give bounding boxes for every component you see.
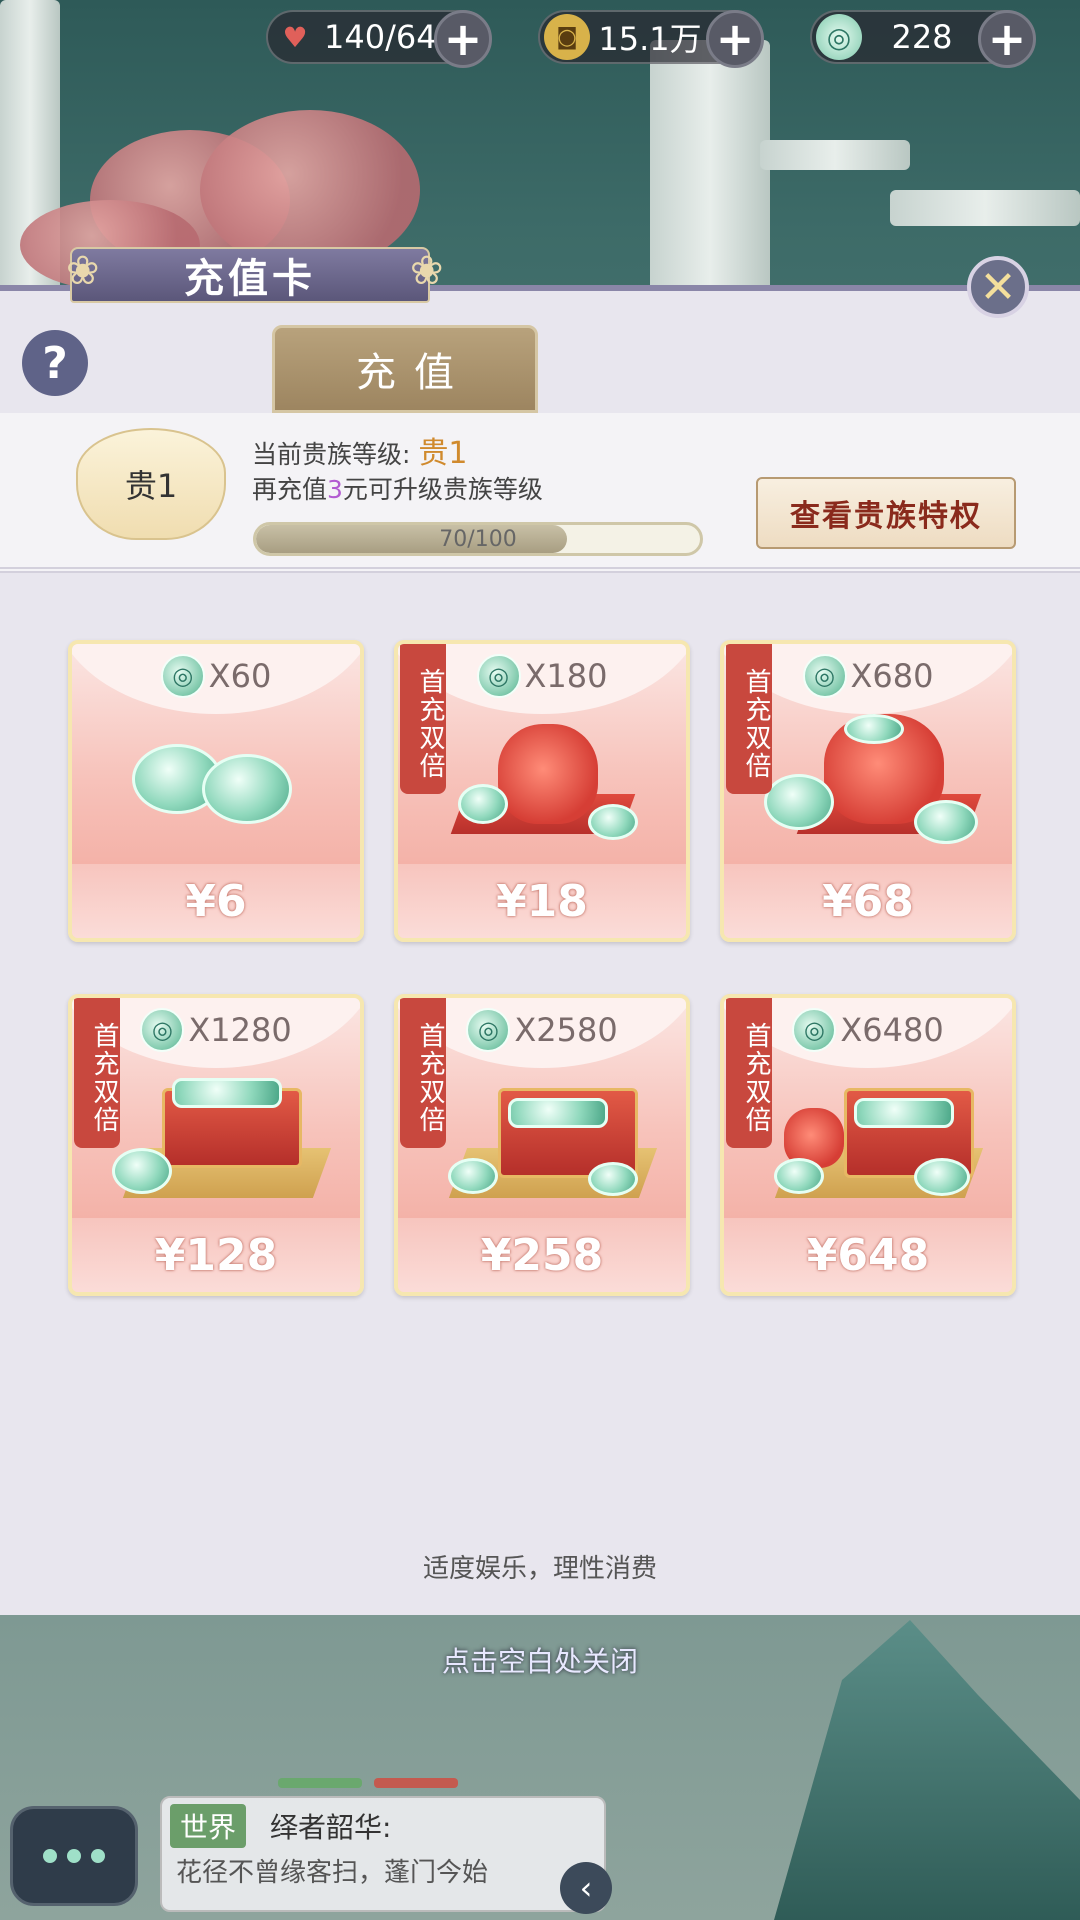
lotus-icon: ❀ bbox=[66, 248, 100, 294]
upgrade-suffix: 元可升级贵族等级 bbox=[342, 475, 543, 504]
chat-tab-indicator[interactable] bbox=[278, 1778, 362, 1788]
quantity-value: X2580 bbox=[514, 1011, 618, 1049]
noble-upgrade-text: 再充值3元可升级贵族等级 bbox=[252, 470, 543, 506]
recharge-card[interactable]: 首充双倍 ◎ X2580 ¥258 bbox=[394, 994, 690, 1296]
quantity-value: X180 bbox=[524, 657, 608, 695]
coin-graphic bbox=[764, 774, 834, 830]
card-price: ¥68 bbox=[724, 864, 1012, 938]
noble-level-text: 当前贵族等级: 贵1 bbox=[252, 428, 467, 472]
jade-value: 228 bbox=[891, 18, 953, 56]
first-double-badge: 首充双倍 bbox=[726, 644, 772, 794]
chat-button[interactable] bbox=[10, 1806, 138, 1906]
jade-icon: ◎ bbox=[160, 654, 205, 698]
coin-graphic bbox=[588, 1162, 638, 1196]
view-privilege-button[interactable]: 查看贵族特权 bbox=[756, 477, 1016, 549]
stamina-value: 140/64 bbox=[324, 18, 437, 56]
noble-level-label: 当前贵族等级: bbox=[252, 440, 411, 469]
card-price: ¥6 bbox=[72, 864, 360, 938]
panel-title: 充值卡 bbox=[70, 247, 430, 303]
upgrade-prefix: 再充值 bbox=[252, 475, 328, 504]
recharge-card[interactable]: 首充双倍 ◎ X6480 ¥648 bbox=[720, 994, 1016, 1296]
coin-graphic bbox=[854, 1098, 954, 1128]
add-jade-button[interactable]: + bbox=[978, 10, 1036, 68]
jade-chest-art bbox=[438, 1068, 658, 1198]
bag-graphic bbox=[498, 724, 598, 824]
jade-icon: ◎ bbox=[140, 1008, 185, 1052]
close-button[interactable]: ✕ bbox=[967, 256, 1029, 318]
jade-icon: ◎ bbox=[466, 1008, 511, 1052]
progress-text: 70/100 bbox=[439, 526, 517, 552]
first-double-badge: 首充双倍 bbox=[400, 644, 446, 794]
chat-dot bbox=[43, 1849, 57, 1863]
card-price: ¥128 bbox=[72, 1218, 360, 1292]
coin-graphic bbox=[588, 804, 638, 840]
coin-graphic bbox=[202, 754, 292, 824]
jade-icon: ◎ bbox=[802, 654, 847, 698]
chat-message: 花径不曾缘客扫，蓬门今始 bbox=[176, 1858, 489, 1888]
jade-chest-art bbox=[764, 1068, 984, 1198]
jade-icon: ◎ bbox=[476, 654, 521, 698]
recharge-card[interactable]: 首充双倍 ◎ X180 ¥18 bbox=[394, 640, 690, 942]
help-button[interactable]: ? bbox=[22, 330, 88, 396]
coin-graphic bbox=[448, 1158, 498, 1194]
first-double-badge: 首充双倍 bbox=[400, 998, 446, 1148]
quantity-value: X1280 bbox=[188, 1011, 292, 1049]
coin-graphic bbox=[774, 1158, 824, 1194]
coin-graphic bbox=[914, 800, 978, 844]
scroll-pillar bbox=[760, 140, 910, 170]
coin-graphic bbox=[844, 714, 904, 744]
coin-graphic bbox=[914, 1158, 970, 1196]
coin-graphic bbox=[458, 784, 508, 824]
coin-graphic bbox=[172, 1078, 282, 1108]
moderation-notice: 适度娱乐，理性消费 bbox=[422, 1554, 657, 1584]
jade-icon: ◎ bbox=[816, 14, 862, 60]
quantity-value: X60 bbox=[208, 657, 272, 695]
scroll-pillar bbox=[650, 40, 770, 300]
jade-coins-art bbox=[112, 714, 320, 844]
card-price: ¥258 bbox=[398, 1218, 686, 1292]
lotus-icon: ❀ bbox=[410, 248, 444, 294]
resource-stamina: ♥ 140/64 + bbox=[266, 10, 492, 68]
coin-graphic bbox=[508, 1098, 608, 1128]
upgrade-amount: 3 bbox=[327, 475, 343, 504]
add-coins-button[interactable]: + bbox=[706, 10, 764, 68]
card-quantity: ◎ X60 bbox=[72, 654, 360, 698]
noble-level-value: 贵1 bbox=[418, 436, 468, 471]
chat-dot bbox=[91, 1849, 105, 1863]
recharge-card[interactable]: ◎ X60 ¥6 bbox=[68, 640, 364, 942]
chat-channel-tag: 世界 bbox=[170, 1804, 247, 1848]
jade-chest-art bbox=[112, 1068, 332, 1198]
coin-icon: ◙ bbox=[544, 14, 590, 60]
chat-collapse-button[interactable]: ‹ bbox=[560, 1862, 612, 1914]
card-price: ¥18 bbox=[398, 864, 686, 938]
coin-graphic bbox=[112, 1148, 172, 1194]
noble-progress-bar: 70/100 bbox=[253, 522, 703, 556]
tap-blank-to-close[interactable]: 点击空白处关闭 bbox=[0, 1640, 1080, 1680]
scroll-pillar bbox=[890, 190, 1080, 226]
quantity-value: X6480 bbox=[840, 1011, 944, 1049]
jade-bag-art bbox=[764, 714, 982, 844]
resource-jade: ◎ 228 + bbox=[810, 10, 1036, 68]
card-price: ¥648 bbox=[724, 1218, 1012, 1292]
recharge-card[interactable]: 首充双倍 ◎ X1280 ¥128 bbox=[68, 994, 364, 1296]
chat-tab-indicator[interactable] bbox=[374, 1778, 458, 1788]
quantity-value: X680 bbox=[850, 657, 934, 695]
tab-recharge[interactable]: 充值 bbox=[272, 325, 538, 413]
chat-tab-indicators bbox=[278, 1778, 458, 1788]
jade-icon: ◎ bbox=[792, 1008, 837, 1052]
resource-coins: ◙ 15.1万 + bbox=[538, 10, 764, 68]
noble-emblem: 贵1 bbox=[76, 428, 226, 540]
jade-bag-art bbox=[438, 714, 646, 844]
recharge-card[interactable]: 首充双倍 ◎ X680 ¥68 bbox=[720, 640, 1016, 942]
chat-sender-name: 绎者韶华: bbox=[270, 1811, 392, 1844]
chat-dot bbox=[67, 1849, 81, 1863]
first-double-badge: 首充双倍 bbox=[726, 998, 772, 1148]
heart-icon: ♥ bbox=[282, 20, 308, 54]
coins-value: 15.1万 bbox=[598, 20, 702, 58]
add-stamina-button[interactable]: + bbox=[434, 10, 492, 68]
first-double-badge: 首充双倍 bbox=[74, 998, 120, 1148]
